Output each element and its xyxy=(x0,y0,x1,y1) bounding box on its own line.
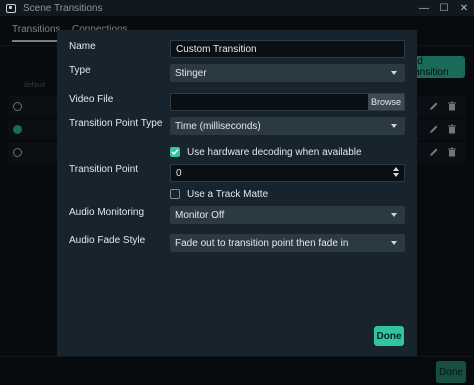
transition-point-stepper[interactable] xyxy=(393,167,399,177)
done-button[interactable]: Done xyxy=(374,326,404,346)
app-logo-icon xyxy=(6,3,16,13)
video-file-field[interactable]: Browse xyxy=(170,93,405,111)
close-button[interactable]: ✕ xyxy=(454,0,474,16)
maximize-button[interactable]: ☐ xyxy=(434,0,454,16)
stinger-settings-dialog: Name Type Stinger Video File Browse Tran… xyxy=(57,30,417,356)
chevron-down-icon xyxy=(391,71,397,75)
window-controls: — ☐ ✕ xyxy=(414,0,474,16)
increment-icon[interactable] xyxy=(393,167,399,171)
audio-fade-style-value: Fade out to transition point then fade i… xyxy=(175,237,349,249)
transition-point-field[interactable] xyxy=(170,164,405,182)
transition-point-type-label: Transition Point Type xyxy=(69,118,163,129)
transition-point-type-select[interactable]: Time (milliseconds) xyxy=(170,117,405,135)
chevron-down-icon xyxy=(391,241,397,245)
name-field[interactable] xyxy=(170,40,405,58)
audio-fade-style-label: Audio Fade Style xyxy=(69,235,146,246)
type-select-value: Stinger xyxy=(175,67,207,79)
check-icon xyxy=(171,149,179,156)
audio-fade-style-select[interactable]: Fade out to transition point then fade i… xyxy=(170,234,405,252)
audio-monitoring-value: Monitor Off xyxy=(175,209,225,221)
transition-point-type-value: Time (milliseconds) xyxy=(175,120,261,132)
window-title: Scene Transitions xyxy=(23,2,103,14)
transition-point-input[interactable] xyxy=(176,167,404,179)
video-file-label: Video File xyxy=(69,94,114,105)
hardware-decoding-label: Use hardware decoding when available xyxy=(187,146,362,158)
chevron-down-icon xyxy=(391,213,397,217)
track-matte-option[interactable]: Use a Track Matte xyxy=(170,188,268,200)
hardware-decoding-checkbox[interactable] xyxy=(170,147,180,157)
hardware-decoding-option[interactable]: Use hardware decoding when available xyxy=(170,146,362,158)
browse-button[interactable]: Browse xyxy=(368,94,404,110)
type-label: Type xyxy=(69,65,91,76)
minimize-button[interactable]: — xyxy=(414,0,434,16)
transition-point-label: Transition Point xyxy=(69,164,139,175)
window-titlebar: Scene Transitions — ☐ ✕ xyxy=(0,0,474,16)
name-label: Name xyxy=(69,41,96,52)
audio-monitoring-label: Audio Monitoring xyxy=(69,207,145,218)
name-input[interactable] xyxy=(176,43,404,55)
decrement-icon[interactable] xyxy=(393,173,399,177)
chevron-down-icon xyxy=(391,124,397,128)
track-matte-label: Use a Track Matte xyxy=(187,188,269,200)
audio-monitoring-select[interactable]: Monitor Off xyxy=(170,206,405,224)
type-select[interactable]: Stinger xyxy=(170,64,405,82)
track-matte-checkbox[interactable] xyxy=(170,189,180,199)
